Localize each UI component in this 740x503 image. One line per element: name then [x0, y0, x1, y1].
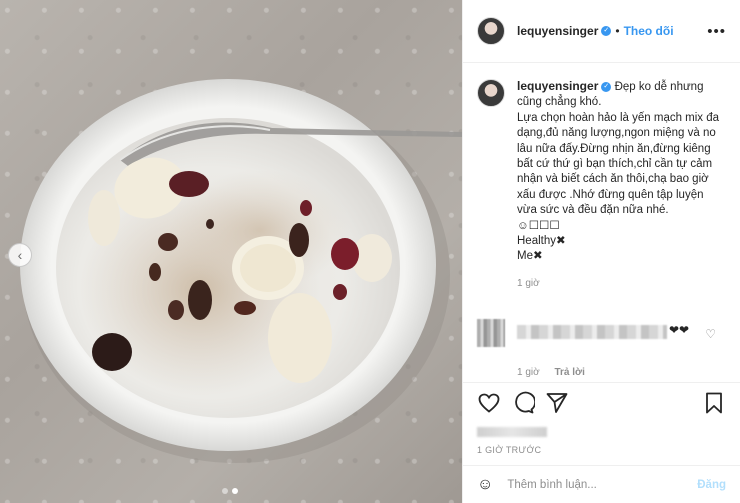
reply-button[interactable]: Trả lời [554, 367, 584, 378]
comment-like-icon[interactable]: ♡ [705, 327, 716, 341]
comment-emoji: ❤❤ [669, 323, 690, 338]
previous-image-button[interactable]: ‹ [8, 243, 32, 267]
post-header: lequyensinger ✓ • Theo dõi ••• [463, 0, 740, 63]
author-avatar[interactable] [477, 17, 505, 45]
follow-button[interactable]: Theo dõi [624, 24, 674, 38]
emoji-icon[interactable]: ☺ [477, 476, 493, 494]
oatmeal-bowl-image [20, 79, 462, 463]
caption-avatar[interactable] [477, 79, 505, 107]
caption-username[interactable]: lequyensinger [517, 79, 598, 93]
comment-timestamp[interactable]: 1 giờ [517, 367, 540, 378]
add-comment-bar: ☺ Đăng [463, 465, 740, 503]
carousel-indicator [222, 488, 238, 494]
caption-text: Đẹp ko dễ nhưng cũng chẳng khó. Lựa chọn… [517, 81, 720, 263]
comment-meta: 1 giờ Trả lời [517, 367, 726, 378]
separator: • [615, 24, 620, 38]
author-username[interactable]: lequyensinger [517, 24, 598, 38]
carousel-dot [222, 488, 228, 494]
bookmark-icon[interactable] [702, 391, 726, 415]
post-comment-button[interactable]: Đăng [697, 479, 726, 491]
heart-icon[interactable] [477, 391, 501, 415]
blurred-likes-count[interactable] [477, 427, 547, 437]
blurred-commenter-avatar[interactable] [477, 319, 505, 348]
more-options-button[interactable]: ••• [707, 23, 726, 40]
verified-badge-icon: ✓ [601, 81, 612, 92]
post-actions: 1 GIỜ TRƯỚC [463, 382, 740, 455]
comments-section: lequyensinger ✓ Đẹp ko dễ nhưng cũng chẳn… [463, 63, 740, 378]
comment-item: ❤❤ ♡ [477, 319, 726, 348]
caption-timestamp[interactable]: 1 giờ [517, 276, 726, 291]
post-photo[interactable]: ‹ [0, 0, 462, 503]
blurred-comment-text [517, 325, 667, 340]
post-side-panel: lequyensinger ✓ • Theo dõi ••• lequyensi… [462, 0, 740, 503]
comment-icon[interactable] [511, 391, 535, 415]
chevron-left-icon: ‹ [17, 247, 23, 263]
comment-input[interactable] [507, 478, 698, 491]
caption-body: lequyensinger ✓ Đẹp ko dễ nhưng cũng chẳn… [517, 79, 726, 291]
caption: lequyensinger ✓ Đẹp ko dễ nhưng cũng chẳn… [477, 79, 726, 291]
share-icon[interactable] [545, 391, 569, 415]
action-icons [477, 391, 726, 415]
verified-badge-icon: ✓ [601, 26, 612, 36]
carousel-dot-active [232, 488, 238, 494]
post-time[interactable]: 1 GIỜ TRƯỚC [477, 445, 726, 455]
